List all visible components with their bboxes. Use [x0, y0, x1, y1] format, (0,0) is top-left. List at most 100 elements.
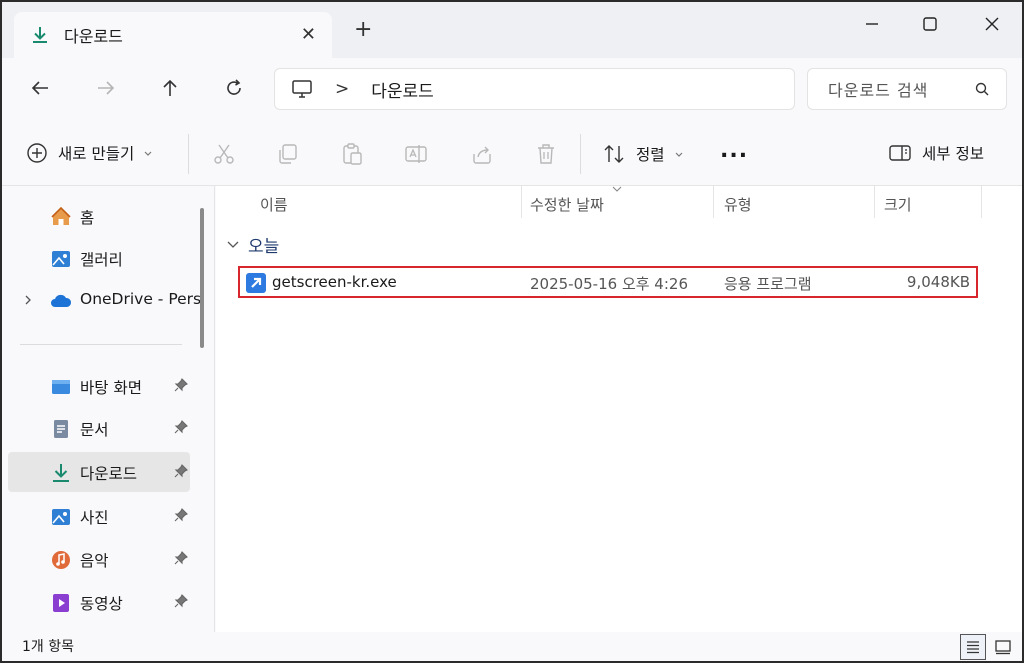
group-header-today[interactable]: 오늘 — [226, 232, 279, 257]
new-tab-button[interactable]: + — [354, 19, 372, 41]
cut-icon — [214, 144, 234, 164]
close-icon — [985, 17, 999, 31]
item-count: 1개 항목 — [22, 639, 74, 655]
up-button[interactable] — [158, 76, 182, 100]
sidebar-scrollbar[interactable] — [200, 208, 204, 348]
details-pane-icon — [889, 145, 911, 161]
status-bar: 1개 항목 — [2, 632, 1022, 661]
copy-icon — [279, 144, 297, 164]
column-header-type[interactable]: 유형 — [724, 194, 752, 215]
music-icon — [52, 551, 70, 569]
toolbar-divider — [580, 134, 581, 174]
app-shortcut-icon — [246, 273, 266, 293]
tab-downloads[interactable]: 다운로드 ✕ — [14, 12, 332, 58]
pin-icon[interactable] — [174, 594, 188, 608]
cut-button[interactable] — [212, 142, 236, 166]
details-view-button[interactable] — [960, 634, 986, 660]
file-modified: 2025-05-16 오후 4:26 — [530, 275, 688, 293]
paste-icon — [343, 143, 362, 165]
column-header-modified[interactable]: 수정한 날짜 — [530, 194, 604, 215]
tiles-view-button[interactable] — [990, 634, 1016, 660]
more-icon: ... — [720, 138, 749, 163]
details-pane-button[interactable]: 세부 정보 — [888, 142, 984, 164]
sidebar-item-label: 다운로드 — [80, 465, 138, 483]
close-window-button[interactable] — [980, 12, 1004, 36]
sidebar-item-label: 홈 — [80, 209, 95, 227]
navigation-bar: > 다운로드 다운로드 검색 — [2, 58, 1022, 120]
search-box[interactable]: 다운로드 검색 — [807, 68, 1007, 110]
rename-button[interactable] — [404, 142, 428, 166]
sort-button[interactable]: 정렬 — [602, 142, 685, 166]
sidebar-item-documents[interactable]: 문서 — [8, 408, 190, 448]
download-icon — [33, 27, 47, 43]
sidebar-item-label: 문서 — [80, 421, 109, 439]
minimize-button[interactable] — [860, 12, 884, 36]
file-size: 9,048KB — [906, 273, 970, 291]
navigation-pane: 홈 갤러리 OneDrive - Pers 바탕 화면 문서 다운로드 사진 음… — [2, 186, 216, 632]
toolbar-divider — [188, 134, 189, 174]
trash-icon — [538, 144, 554, 164]
plus-circle-icon — [27, 143, 47, 163]
table-row[interactable]: getscreen-kr.exe 2025-05-16 오후 4:26 응용 프… — [238, 266, 978, 298]
copy-button[interactable] — [276, 142, 300, 166]
maximize-button[interactable] — [918, 12, 942, 36]
pin-icon[interactable] — [174, 508, 188, 522]
breadcrumb-downloads[interactable]: 다운로드 — [371, 77, 434, 102]
back-button[interactable] — [28, 76, 52, 100]
address-bar[interactable]: > 다운로드 — [274, 68, 795, 110]
pin-icon[interactable] — [174, 420, 188, 434]
onedrive-icon — [51, 294, 72, 307]
pin-icon[interactable] — [174, 378, 188, 392]
sidebar-item-label: 사진 — [80, 509, 109, 527]
sidebar-item-downloads[interactable]: 다운로드 — [8, 452, 190, 492]
delete-button[interactable] — [534, 142, 558, 166]
gallery-icon — [52, 251, 70, 267]
home-icon — [51, 206, 71, 225]
chevron-right-icon[interactable] — [22, 294, 34, 306]
file-name: getscreen-kr.exe — [272, 273, 397, 291]
up-arrow-icon — [163, 79, 177, 96]
title-bar: 다운로드 ✕ + — [2, 2, 1022, 58]
new-button-label: 새로 만들기 — [58, 145, 135, 163]
pin-icon[interactable] — [174, 551, 188, 565]
column-header-name[interactable]: 이름 — [260, 194, 288, 215]
sort-icon — [604, 145, 624, 163]
search-placeholder: 다운로드 검색 — [828, 81, 929, 100]
share-icon — [473, 146, 491, 164]
chevron-down-icon — [227, 241, 239, 248]
videos-icon — [53, 594, 69, 612]
forward-arrow-icon — [98, 81, 115, 95]
command-bar: 새로 만들기 정렬 ... 세부 정보 — [2, 120, 1022, 186]
sidebar-divider — [20, 344, 182, 345]
forward-button[interactable] — [94, 76, 118, 100]
column-divider[interactable] — [713, 186, 714, 218]
pin-icon[interactable] — [174, 464, 188, 478]
more-options-button[interactable]: ... — [720, 138, 748, 163]
sidebar-item-label: OneDrive - Pers — [80, 290, 202, 308]
sort-button-label: 정렬 — [636, 146, 665, 164]
column-divider[interactable] — [521, 186, 522, 218]
sidebar-item-pictures[interactable]: 사진 — [8, 496, 190, 536]
refresh-button[interactable] — [222, 76, 246, 100]
this-pc-icon — [292, 80, 312, 98]
tab-close-icon[interactable]: ✕ — [301, 24, 316, 45]
details-view-icon — [967, 641, 979, 654]
pane-divider[interactable] — [214, 186, 215, 632]
sidebar-item-desktop[interactable]: 바탕 화면 — [8, 366, 190, 406]
column-divider[interactable] — [874, 186, 875, 218]
sidebar-item-gallery[interactable]: 갤러리 — [8, 238, 190, 278]
pictures-icon — [52, 509, 70, 525]
sidebar-item-videos[interactable]: 동영상 — [8, 582, 190, 622]
column-divider[interactable] — [981, 186, 982, 218]
share-button[interactable] — [470, 142, 494, 166]
chevron-down-icon — [144, 151, 152, 156]
sidebar-item-label: 갤러리 — [80, 251, 123, 269]
breadcrumb-separator: > — [335, 79, 350, 99]
sidebar-item-music[interactable]: 음악 — [8, 539, 190, 579]
sidebar-item-onedrive[interactable]: OneDrive - Pers — [8, 280, 201, 320]
sidebar-item-home[interactable]: 홈 — [8, 196, 190, 236]
large-icons-view-icon — [995, 640, 1011, 655]
new-button[interactable]: 새로 만들기 — [26, 142, 154, 164]
paste-button[interactable] — [340, 142, 364, 166]
column-header-size[interactable]: 크기 — [884, 194, 912, 215]
